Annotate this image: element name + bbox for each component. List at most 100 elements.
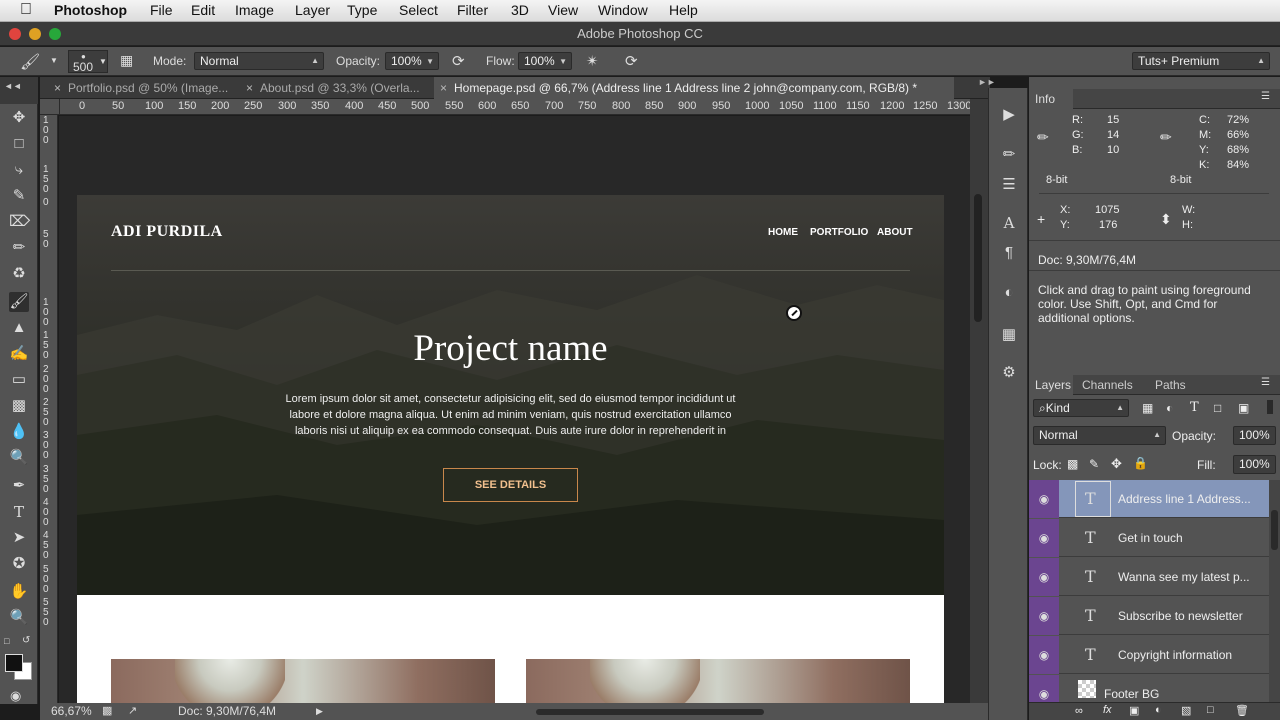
hand-tool-icon[interactable]: ✋ (9, 582, 29, 602)
menu-view[interactable]: View (548, 2, 578, 18)
menu-type[interactable]: Type (347, 2, 377, 18)
paragraph-icon[interactable]: ¶ (998, 242, 1020, 264)
layer-row-subscribe[interactable]: ◉ T Subscribe to newsletter (1029, 597, 1269, 635)
horizontal-scrollbar[interactable] (536, 709, 764, 715)
share-icon[interactable]: ↗ (128, 703, 137, 720)
brush-tool-icon[interactable]: 🖌 (20, 52, 40, 72)
eye-icon[interactable]: ◉ (1029, 597, 1059, 635)
menu-edit[interactable]: Edit (191, 2, 215, 18)
actions-play-icon[interactable]: ▶ (998, 104, 1020, 126)
canvas-vertical-scrollbar[interactable] (970, 99, 988, 703)
menu-3d[interactable]: 3D (511, 2, 529, 18)
scroll-thumb[interactable] (974, 194, 982, 322)
filter-pixel-icon[interactable]: ▦ (1142, 401, 1153, 415)
menu-app[interactable]: Photoshop (54, 2, 127, 18)
layer-row-wanna-see[interactable]: ◉ T Wanna see my latest p... (1029, 558, 1269, 596)
dodge-tool-icon[interactable]: 🔍 (9, 448, 29, 468)
pressure-size-icon[interactable]: ⟳ (625, 52, 638, 70)
menu-layer[interactable]: Layer (295, 2, 330, 18)
eye-icon[interactable]: ◉ (1029, 519, 1059, 557)
pressure-opacity-icon[interactable]: ⟳ (452, 52, 465, 70)
blend-mode-select[interactable]: Normal ▲ (1033, 426, 1166, 445)
brush-preset-picker[interactable]: ● 500 ▼ (68, 50, 108, 74)
menu-help[interactable]: Help (669, 2, 698, 18)
zoom-window-button[interactable] (49, 28, 61, 40)
history-brush-tool-icon[interactable]: ✍ (9, 344, 29, 364)
menu-filter[interactable]: Filter (457, 2, 488, 18)
layer-row-get-in-touch[interactable]: ◉ T Get in touch (1029, 519, 1269, 557)
crop-tool-icon[interactable]: ⌦ (9, 212, 30, 232)
layer-row-address[interactable]: ◉ T Address line 1 Address... (1029, 480, 1269, 518)
trash-icon[interactable]: 🗑 (1235, 704, 1249, 717)
tool-presets-icon[interactable]: ⚙ (998, 362, 1020, 384)
default-colors-icon[interactable]: □ (4, 636, 9, 646)
filter-shape-icon[interactable]: □ (1214, 401, 1221, 415)
styles-icon[interactable]: ◐ (998, 282, 1020, 304)
eye-icon[interactable]: ◉ (1029, 480, 1059, 518)
tab-about[interactable]: × About.psd @ 33,3% (Overla... (240, 77, 432, 99)
panel-menu-icon[interactable]: ☰ (1261, 377, 1270, 388)
status-menu-icon[interactable]: ▶ (316, 703, 323, 720)
menu-file[interactable]: File (150, 2, 173, 18)
airbrush-icon[interactable]: ✴ (586, 52, 599, 70)
layers-scrollbar[interactable] (1269, 480, 1280, 710)
layer-filter-select[interactable]: ⌕Kind ▲ (1033, 399, 1129, 417)
doc-profile-icon[interactable]: ▩ (102, 703, 112, 720)
new-layer-icon[interactable]: □ (1207, 704, 1214, 716)
workspace-select[interactable]: Tuts+ Premium ▲ (1132, 52, 1270, 70)
tab-portfolio[interactable]: × Portfolio.psd @ 50% (Image... (48, 77, 238, 99)
expand-panels-icon[interactable]: ►► (978, 77, 996, 87)
foreground-color-swatch[interactable] (5, 654, 23, 672)
eye-icon[interactable]: ◉ (1029, 636, 1059, 674)
adjustment-layer-icon[interactable]: ◐ (1155, 704, 1162, 716)
tab-layers[interactable]: Layers (1029, 375, 1073, 395)
quick-mask-icon[interactable]: ◉ (10, 688, 21, 704)
custom-shape-tool-icon[interactable]: ✪ (9, 554, 29, 574)
brush-panel-icon[interactable]: ▦ (120, 52, 133, 69)
panel-menu-icon[interactable]: ☰ (1261, 91, 1270, 102)
adjustments-icon[interactable]: ☰ (998, 174, 1020, 196)
healing-brush-tool-icon[interactable]: ♻ (9, 264, 29, 284)
path-selection-tool-icon[interactable]: ➤ (9, 528, 29, 548)
canvas-area[interactable]: ADI PURDILA HOME PORTFOLIO ABOUT Project… (59, 116, 970, 703)
apple-icon[interactable]:  (20, 1, 32, 19)
layer-opacity-field[interactable]: 100% (1233, 426, 1276, 445)
marquee-tool-icon[interactable]: □ (9, 134, 29, 154)
close-window-button[interactable] (9, 28, 21, 40)
filter-smart-object-icon[interactable]: ▣ (1238, 401, 1249, 415)
filter-type-icon[interactable]: T (1190, 400, 1199, 415)
quick-selection-tool-icon[interactable]: ✎ (9, 186, 29, 206)
lock-pixels-icon[interactable]: ✎ (1089, 457, 1099, 471)
menu-window[interactable]: Window (598, 2, 648, 18)
blur-tool-icon[interactable]: 💧 (9, 422, 29, 442)
new-group-icon[interactable]: ▧ (1181, 704, 1191, 717)
ruler-origin[interactable] (40, 99, 60, 115)
lock-position-icon[interactable]: ✥ (1111, 456, 1122, 472)
zoom-tool-icon[interactable]: 🔍 (9, 608, 29, 628)
close-tab-icon[interactable]: × (440, 77, 447, 99)
document-canvas[interactable]: ADI PURDILA HOME PORTFOLIO ABOUT Project… (77, 195, 944, 703)
eye-icon[interactable]: ◉ (1029, 558, 1059, 596)
brush-tool-icon[interactable]: 🖌 (9, 292, 29, 312)
add-mask-icon[interactable]: ▣ (1129, 704, 1139, 717)
lasso-tool-icon[interactable]: ⤷ (9, 160, 29, 180)
swap-colors-icon[interactable]: ↺ (22, 635, 30, 646)
zoom-level[interactable]: 66,67% (51, 703, 92, 720)
type-tool-icon[interactable]: T (9, 502, 29, 522)
lock-transparent-icon[interactable]: ▩ (1067, 457, 1078, 471)
tab-info[interactable]: Info (1029, 89, 1073, 109)
brush-presets-icon[interactable]: ✏ (998, 144, 1020, 166)
clone-stamp-tool-icon[interactable]: ▲ (9, 318, 29, 338)
menu-select[interactable]: Select (399, 2, 438, 18)
tab-channels[interactable]: Channels (1082, 378, 1133, 392)
filter-toggle[interactable] (1267, 400, 1273, 414)
eyedropper-tool-icon[interactable]: ✏ (9, 238, 29, 258)
scroll-thumb[interactable] (1271, 510, 1278, 550)
collapse-icon[interactable]: ◄◄ (4, 81, 22, 91)
layer-row-copyright[interactable]: ◉ T Copyright information (1029, 636, 1269, 674)
close-tab-icon[interactable]: × (54, 77, 61, 99)
mode-select[interactable]: Normal ▲ (194, 52, 324, 70)
minimize-window-button[interactable] (29, 28, 41, 40)
eraser-tool-icon[interactable]: ▭ (9, 370, 29, 390)
gradient-tool-icon[interactable]: ▩ (9, 396, 29, 416)
